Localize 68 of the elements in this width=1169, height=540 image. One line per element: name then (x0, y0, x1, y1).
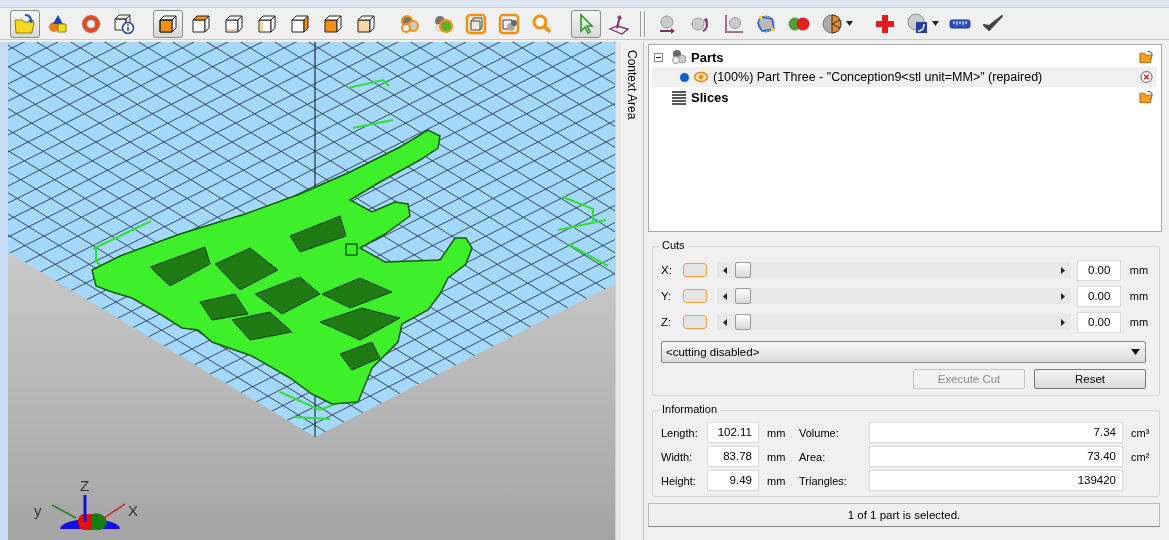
field-label: Height: (661, 474, 697, 487)
color-toggle-button[interactable] (683, 263, 707, 277)
right-arrow-icon[interactable] (1061, 318, 1065, 326)
field-label: Triangles: (799, 474, 848, 487)
unit-label: cm² (1130, 450, 1151, 463)
value-field: 83.78 (707, 446, 759, 467)
eye-icon[interactable] (693, 69, 709, 85)
field-label: Area: (799, 450, 827, 463)
box-icon (464, 11, 488, 36)
value-field[interactable]: 0.00 (1077, 259, 1121, 281)
value-field: 102.11 (707, 422, 759, 443)
box-icon (497, 11, 521, 36)
tree-item-row[interactable]: (100%) Part Three - "Conception9<stl unit=MM>" (repaired) (652, 67, 1157, 87)
unit-label: cm³ (1130, 426, 1151, 439)
tree-item[interactable]: Parts (691, 49, 724, 65)
value-field[interactable]: 0.00 (1077, 285, 1121, 307)
spheres-icon (671, 49, 687, 65)
color-toggle-button[interactable] (683, 289, 707, 303)
unit-label: mm (766, 474, 787, 487)
right-arrow-icon[interactable] (1061, 266, 1065, 274)
tree-item[interactable]: Slices (691, 89, 729, 105)
field-label: Volume: (799, 426, 840, 439)
unit-label: mm (1128, 264, 1150, 276)
status-bar: 1 of 1 part is selected. (648, 503, 1160, 527)
value-field: 9.49 (707, 470, 759, 491)
left-arrow-icon[interactable] (723, 292, 727, 300)
cut-mode-dropdown[interactable]: <cutting disabled> (661, 341, 1146, 363)
folder-icon[interactable] (1139, 50, 1154, 64)
left-arrow-icon[interactable] (723, 318, 727, 326)
sphere-box-icon (906, 11, 930, 36)
folder-icon[interactable] (1139, 90, 1154, 104)
field-label: Width: (661, 450, 694, 463)
axis-label: X (128, 502, 138, 519)
slider-thumb[interactable] (735, 288, 751, 304)
unit-label: mm (766, 450, 787, 463)
folder-icon (13, 11, 37, 36)
layers-icon (671, 89, 687, 105)
caret-icon (932, 21, 939, 26)
info-cube-icon (112, 11, 136, 36)
unit-label: mm (1128, 290, 1150, 302)
action-button[interactable]: Reset (1034, 369, 1146, 389)
context-area-tab[interactable]: Context Area (623, 48, 641, 122)
toolbar-button[interactable] (153, 9, 183, 38)
right-arrow-icon[interactable] (1061, 292, 1065, 300)
remove-icon[interactable] (1139, 70, 1154, 84)
axis-label: X: (661, 264, 673, 276)
axis-label: Z: (661, 316, 673, 328)
collapse-icon[interactable] (654, 52, 663, 62)
value-field: 73.40 (869, 446, 1123, 467)
value-field[interactable]: 0.00 (1077, 311, 1121, 333)
unit-label: mm (1128, 316, 1150, 328)
tree-item-label: (100%) Part Three - "Conception9<stl unit=MM>" (repaired) (713, 70, 1043, 84)
slider-thumb[interactable] (735, 262, 751, 278)
group-title: Cuts (659, 239, 688, 251)
cut-sphere-icon (820, 11, 844, 36)
color-toggle-button[interactable] (683, 315, 707, 329)
value-field: 139420 (869, 470, 1123, 491)
axis-label: Z (80, 477, 90, 494)
slider-thumb[interactable] (735, 314, 751, 330)
axis-label: y (34, 502, 42, 519)
caret-icon (1131, 349, 1140, 355)
group-title: Information (659, 403, 721, 415)
axis-label: Y: (661, 290, 673, 302)
field-label: Length: (661, 426, 699, 439)
value-field: 7.34 (869, 422, 1123, 443)
left-arrow-icon[interactable] (723, 266, 727, 274)
unit-label: mm (766, 426, 787, 439)
caret-icon (846, 21, 853, 26)
